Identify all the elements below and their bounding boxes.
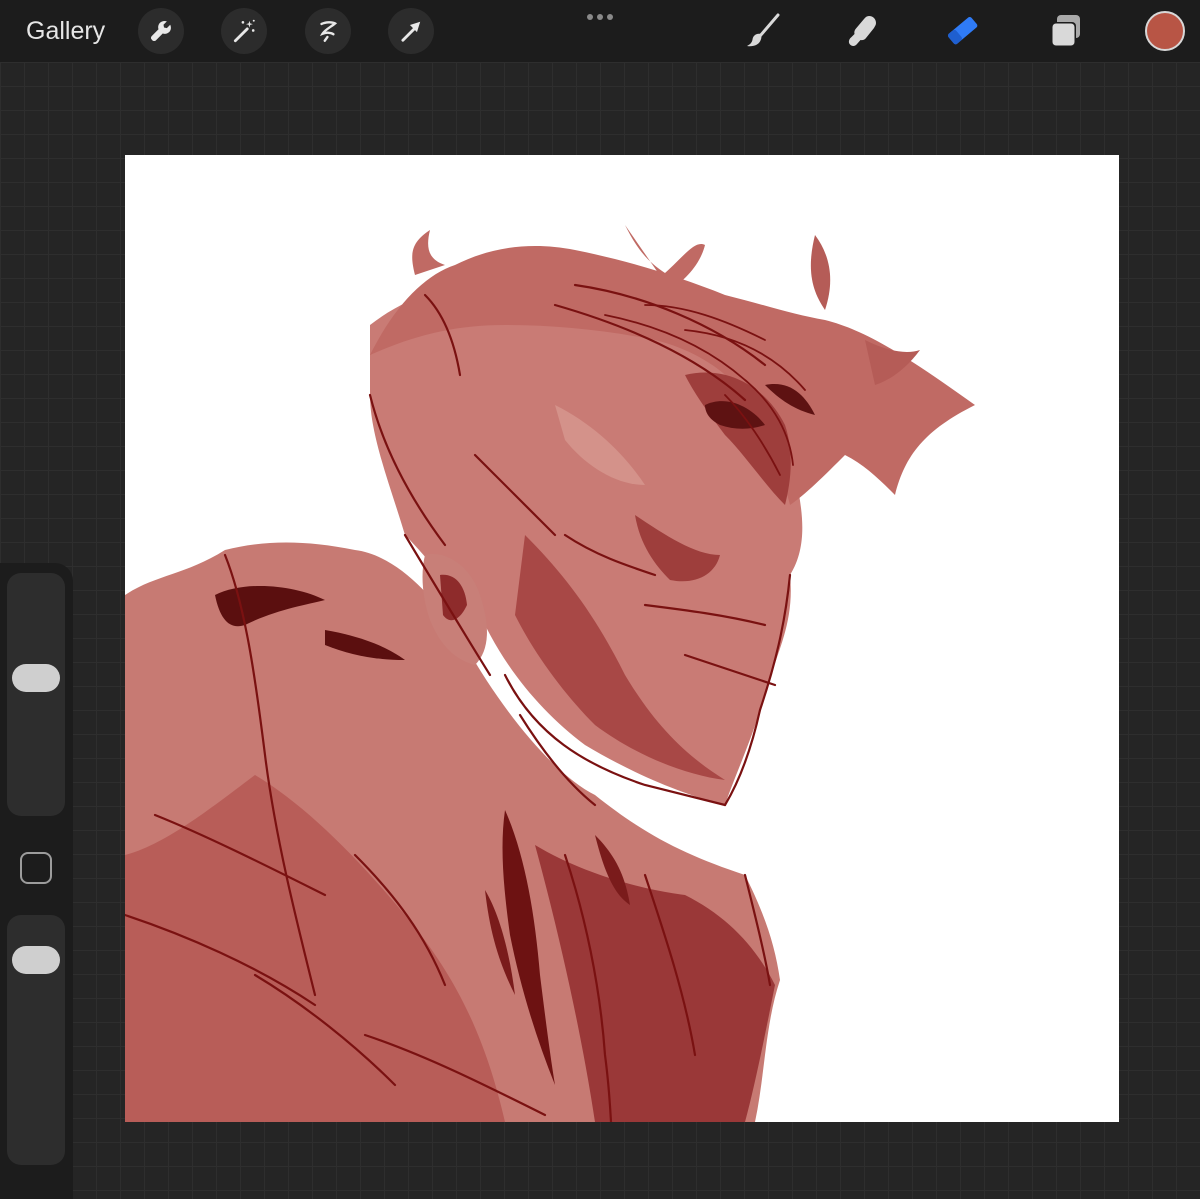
actions-button[interactable]: [138, 8, 184, 54]
selection-button[interactable]: [305, 8, 351, 54]
eraser-button[interactable]: [940, 8, 986, 54]
top-toolbar: Gallery: [0, 0, 1200, 62]
adjustments-button[interactable]: [221, 8, 267, 54]
layers-button[interactable]: [1042, 8, 1088, 54]
brush-icon: [747, 13, 780, 47]
brush-size-thumb[interactable]: [12, 664, 60, 693]
eraser-icon: [948, 17, 978, 45]
transform-button[interactable]: [388, 8, 434, 54]
color-swatch[interactable]: [1145, 11, 1185, 51]
smudge-button[interactable]: [840, 8, 886, 54]
layers-icon: [1051, 15, 1080, 47]
drawing-canvas[interactable]: [125, 155, 1119, 1122]
procreate-app: Gallery: [0, 0, 1200, 1199]
modify-button[interactable]: [20, 852, 52, 884]
sketch-artwork: [125, 225, 975, 1122]
gallery-button[interactable]: Gallery: [26, 14, 105, 48]
opacity-slider[interactable]: [7, 915, 65, 1165]
transform-arrow-icon: [401, 21, 421, 42]
brush-size-slider[interactable]: [7, 573, 65, 816]
magic-wand-icon: [233, 19, 255, 43]
wrench-icon: [150, 20, 171, 42]
smudge-icon: [848, 16, 876, 46]
left-sidebar: [0, 563, 73, 1199]
opacity-thumb[interactable]: [12, 946, 60, 975]
selection-icon: [319, 21, 338, 42]
paint-button[interactable]: [740, 8, 786, 54]
more-options-icon[interactable]: [580, 8, 620, 26]
